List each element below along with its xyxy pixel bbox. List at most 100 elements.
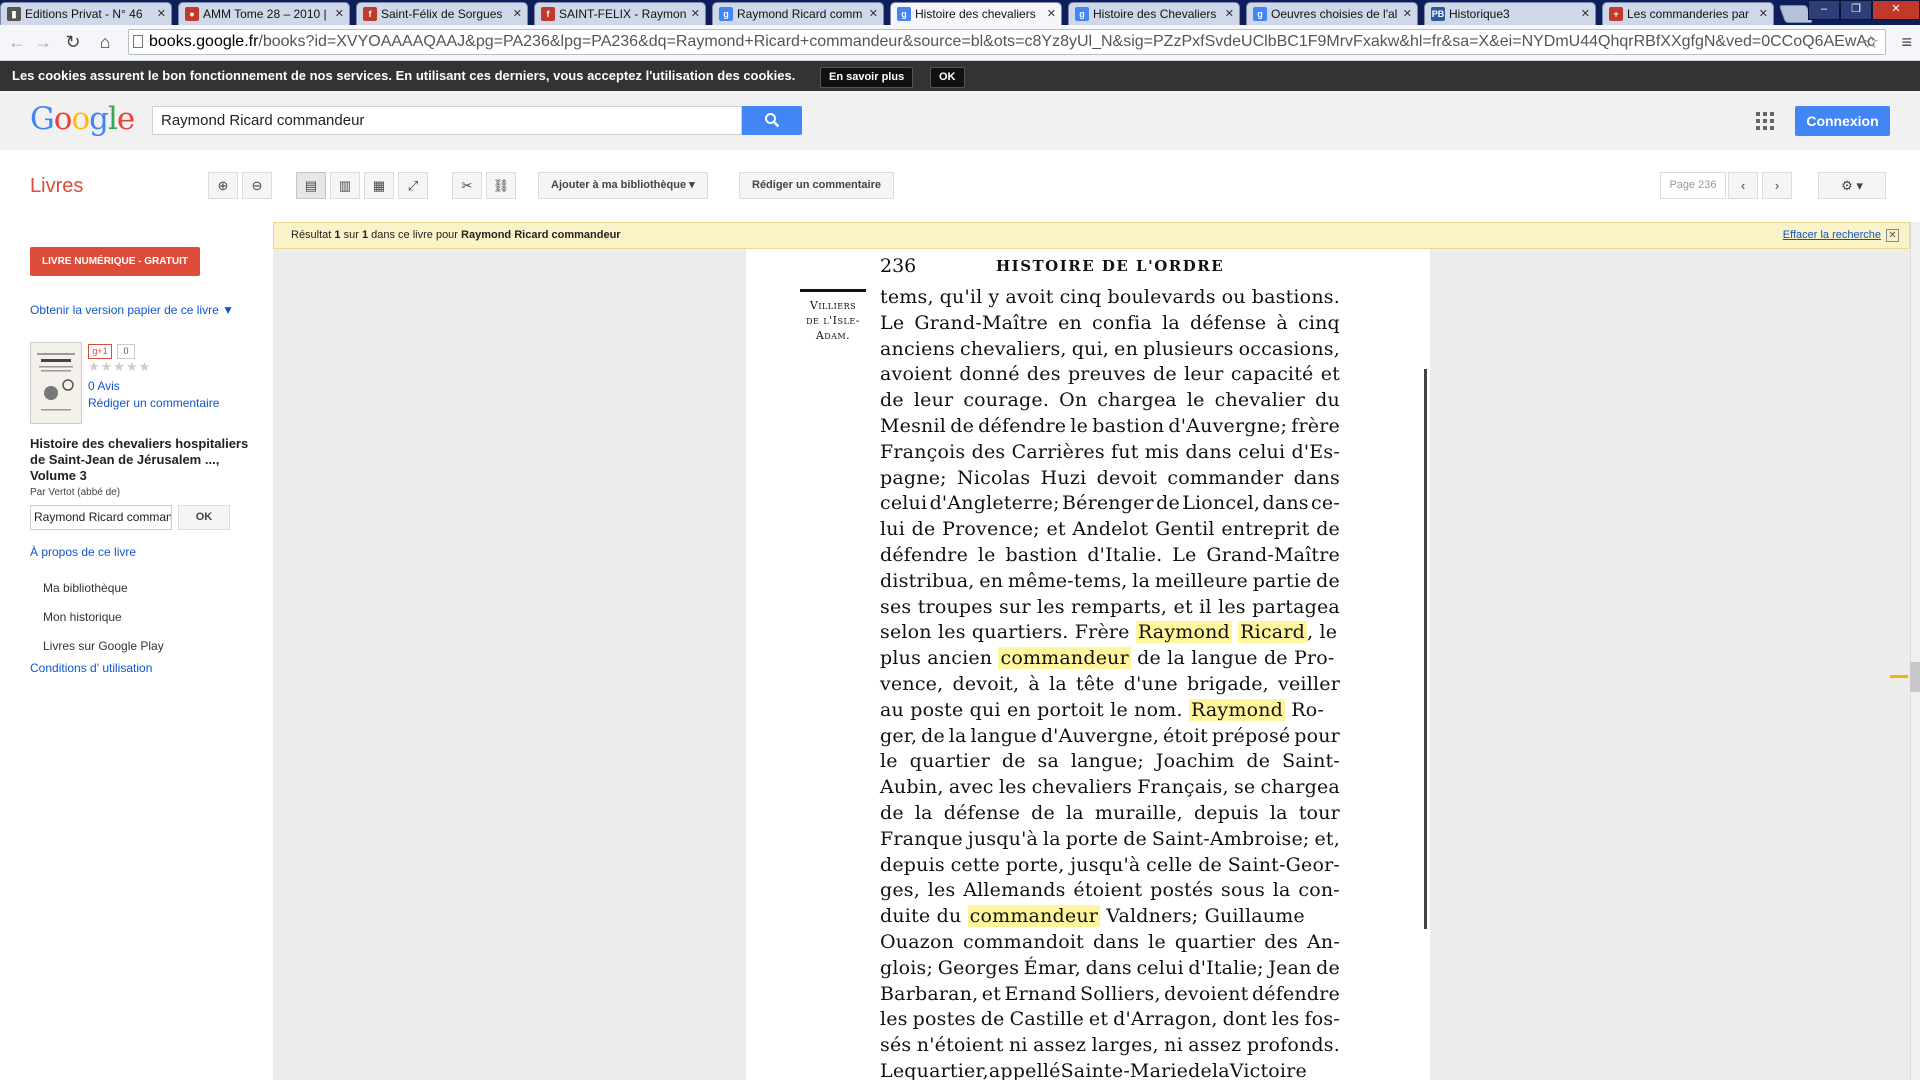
tab-close-icon[interactable]: ✕ [1225,3,1234,25]
browser-tab[interactable]: g Histoire des chevaliers ✕ [890,2,1062,25]
pb-icon: PB [1431,7,1445,21]
text-line: avoient donné des preuves de leur capacité et [880,363,1340,386]
forward-icon[interactable]: → [32,31,54,53]
clear-search-link[interactable]: Effacer la recherche [1783,223,1881,248]
vertical-scrollbar[interactable] [1910,222,1920,1080]
browser-tab[interactable]: PB Historique3 ✕ [1424,2,1596,25]
browser-tab[interactable]: g Raymond Ricard comm ✕ [712,2,884,25]
text-line: lui de Provence; et Andelot Gentil entreprit de [880,518,1340,541]
single-page-view-icon[interactable]: ▤ [296,172,326,199]
minimize-icon[interactable]: – [1808,0,1840,20]
text-line: duite du commandeur Valdners; Guillaume [880,904,1340,930]
tab-close-icon[interactable]: ✕ [1403,3,1412,25]
page-body-text: tems, qu'il y avoit cinq boulevards ou bastions… [880,285,1340,1080]
bookmark-star-icon[interactable]: ☆ [1863,30,1879,54]
tab-close-icon[interactable]: ✕ [513,3,522,25]
close-window-icon[interactable]: ✕ [1872,0,1920,20]
my-history-link[interactable]: Mon historique [43,610,122,624]
clear-search-close-icon[interactable]: ✕ [1886,229,1899,242]
add-to-library-button[interactable]: Ajouter à ma bibliothèque ▾ [538,172,708,199]
search-highlight: commandeur [998,647,1131,670]
text-line: Mesnil de défendre le bastion d'Auvergne; frèr… [880,414,1340,437]
browser-tab[interactable]: f SAINT-FELIX - Raymon ✕ [534,2,706,25]
browser-tab[interactable]: f Saint-Félix de Sorgues ✕ [356,2,528,25]
browser-tab[interactable]: g Oeuvres choisies de l'al ✕ [1246,2,1418,25]
google-plus-one-button[interactable]: g+1 [88,344,112,359]
settings-gear-icon[interactable]: ⚙ ▾ [1818,172,1886,199]
address-bar[interactable]: books.google.fr/books?id=XVYOAAAAQAAJ&pg… [128,29,1886,55]
my-library-link[interactable]: Ma bibliothèque [43,581,128,595]
scrollbar-thumb[interactable] [1910,662,1920,692]
signin-button[interactable]: Connexion [1795,106,1890,136]
in-book-search-button[interactable]: OK [178,505,230,530]
browser-tab-label: Les commanderies par [1627,7,1750,21]
zoom-out-icon[interactable]: ⊖ [242,172,272,199]
browser-tab[interactable]: + Les commanderies par ✕ [1602,2,1774,25]
about-book-link[interactable]: À propos de ce livre [30,545,136,559]
tab-close-icon[interactable]: ✕ [1759,3,1768,25]
chrome-menu-icon[interactable]: ≡ [1901,32,1912,53]
browser-tab-label: Histoire des Chevaliers [1093,7,1217,21]
text-segment: plus ancien [880,647,999,670]
livres-section-title[interactable]: Livres [30,175,83,198]
privat-icon: ▮ [7,7,21,21]
fullscreen-icon[interactable]: ⤢ [398,172,428,199]
apps-grid-icon[interactable] [1756,112,1774,130]
tab-close-icon[interactable]: ✕ [691,3,700,25]
maximize-icon[interactable]: ❐ [1840,0,1872,20]
two-page-view-icon[interactable]: ▥ [330,172,360,199]
tab-close-icon[interactable]: ✕ [157,3,166,25]
text-line: les postes de Castille et d'Arragon, dont les fo… [880,1008,1340,1031]
clip-icon[interactable]: ✂ [452,172,482,199]
tab-close-icon[interactable]: ✕ [1047,3,1056,25]
tab-close-icon[interactable]: ✕ [869,3,878,25]
paper-version-link[interactable]: Obtenir la version papier de ce livre ▼ [30,303,234,317]
browser-tab-label: Saint-Félix de Sorgues [381,7,503,21]
reload-icon[interactable]: ↻ [62,31,84,53]
url-host: books.google.fr [149,33,259,50]
in-book-search-input[interactable]: Raymond Ricard commandeur [30,505,172,530]
next-page-icon[interactable]: › [1762,172,1792,199]
book-cover-thumbnail[interactable] [30,342,82,424]
text-line: plus ancien commandeur de la langue de P… [880,646,1340,672]
sidebar-write-review-link[interactable]: Rédiger un commentaire [88,396,219,410]
text-line: depuis cette porte, jusqu'à celle de Saint-Geo… [880,853,1340,876]
marginal-rule [800,289,866,292]
google-play-books-link[interactable]: Livres sur Google Play [43,639,164,653]
text-segment: Valdners; Guillaume [1100,905,1305,928]
search-button[interactable] [742,106,802,135]
page-gutter-shadow [1424,369,1427,929]
back-icon[interactable]: ← [6,31,28,53]
marginal-note-line: de l'Isle- [806,314,860,327]
book-cover-image [37,353,75,411]
browser-tab[interactable]: g Histoire des Chevaliers ✕ [1068,2,1240,25]
tab-close-icon[interactable]: ✕ [335,3,344,25]
page-header: 236 HISTOIRE DE L'ORDRE [880,255,1223,277]
terms-of-use-link[interactable]: Conditions d' utilisation [30,661,152,675]
cookie-learn-more-button[interactable]: En savoir plus [820,67,914,88]
browser-tab[interactable]: ● AMM Tome 28 – 2010 | ✕ [178,2,350,25]
reviews-count-link[interactable]: 0 Avis [88,379,120,393]
previous-page-icon[interactable]: ‹ [1728,172,1758,199]
text-line: François des Carrières fut mis dans celui d'Es- [880,440,1340,463]
text-line: anciens chevaliers, qui, en plusieurs occasio… [880,337,1340,360]
search-highlight: Ricard [1238,621,1307,644]
text-line: ger, de la langue d'Auvergne, étoit préposé pou… [880,724,1340,747]
google-logo[interactable]: Google [30,101,135,137]
add-to-library-label: Ajouter à ma bibliothèque [551,179,687,191]
cookie-ok-button[interactable]: OK [930,67,965,88]
browser-tab-label: AMM Tome 28 – 2010 | [203,7,327,21]
browser-tab[interactable]: ▮ Editions Privat - N° 46 ✕ [0,2,172,25]
text-line: ges, les Allemands étoient postés sous la con- [880,879,1340,902]
browser-tab-label: Editions Privat - N° 46 [25,7,143,21]
search-input[interactable]: Raymond Ricard commandeur [152,106,742,135]
tab-close-icon[interactable]: ✕ [1581,3,1590,25]
thumbnail-view-icon[interactable]: ▦ [364,172,394,199]
free-ebook-button[interactable]: LIVRE NUMÉRIQUE - GRATUIT [30,247,200,276]
zoom-in-icon[interactable]: ⊕ [208,172,238,199]
home-icon[interactable]: ⌂ [94,31,116,53]
text-line: Barbaran, et Ernand Solliers, devoient défend… [880,982,1340,1005]
link-icon[interactable]: ⛓ [486,172,516,199]
text-line: Le Grand-Maître en confia la défense à cinq [880,311,1340,334]
write-review-button[interactable]: Rédiger un commentaire [739,172,894,199]
